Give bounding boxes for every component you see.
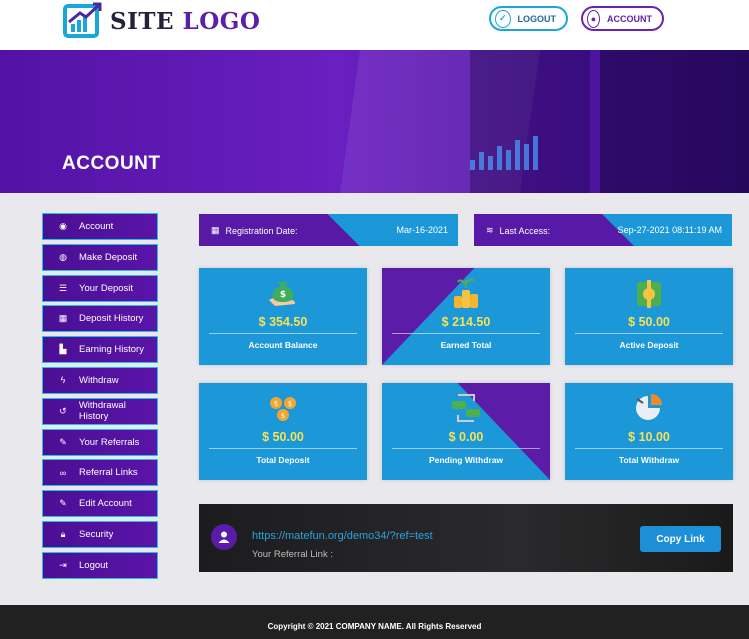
registration-date-strip: ▦ Registration Date: Mar-16-2021: [199, 214, 458, 246]
stat-amount: $ 214.50: [441, 315, 491, 329]
sidebar-item-account[interactable]: ◉ Account: [42, 213, 158, 240]
cash-icon: [637, 280, 661, 308]
copy-link-button[interactable]: Copy Link: [640, 526, 721, 552]
stat-card-pending-withdraw: $ 0.00 Pending Withdraw: [382, 383, 550, 480]
sidebar-item-edit-account[interactable]: ✎ Edit Account: [42, 490, 158, 518]
sidebar-item-withdrawal-history[interactable]: ↺ Withdrawal History: [42, 397, 158, 425]
edit-icon: ✎: [59, 436, 67, 447]
sidebar-item-label: Deposit History: [79, 313, 144, 325]
sidebar-item-label: Logout: [79, 559, 109, 571]
user-circle-icon: ◉: [59, 221, 67, 231]
stat-amount: $ 50.00: [262, 430, 304, 444]
site-logo[interactable]: SITE LOGO: [62, 2, 260, 40]
referral-panel: https://matefun.org/demo34/?ref=test You…: [199, 504, 733, 572]
user-avatar-icon: [211, 524, 237, 550]
page-title: ACCOUNT: [62, 153, 161, 174]
stat-amount: $ 354.50: [258, 315, 308, 329]
sidebar-item-withdraw[interactable]: ϟ Withdraw: [42, 366, 158, 394]
sidebar-item-your-deposit[interactable]: ☰ Your Deposit: [42, 274, 158, 302]
sidebar-item-label: Earning History: [79, 344, 144, 356]
sidebar-item-label: Withdraw: [79, 374, 119, 386]
sidebar-item-make-deposit[interactable]: ◍ Make Deposit: [42, 243, 158, 271]
money-bag-icon: $: [269, 282, 295, 306]
svg-text:$: $: [274, 400, 278, 408]
sidebar-item-label: Referral Links: [79, 467, 138, 479]
stat-label: Pending Withdraw: [428, 455, 504, 465]
last-access-label: Last Access:: [499, 225, 551, 236]
stat-label: Account Balance: [248, 340, 318, 350]
sidebar-nav: ◉ Account ◍ Make Deposit ☰ Your Deposit ▦ De…: [42, 213, 158, 583]
logo-text: SITE LOGO: [110, 7, 261, 35]
stat-label: Total Deposit: [256, 455, 310, 465]
sidebar-item-your-referrals[interactable]: ✎ Your Referrals: [42, 428, 158, 456]
bolt-icon: ϟ: [60, 375, 66, 386]
exchange-icon: [452, 394, 480, 422]
account-button[interactable]: ● ACCOUNT: [581, 6, 664, 31]
page-banner: ACCOUNT: [0, 50, 749, 193]
referral-label: Your Referral Link :: [252, 549, 333, 560]
footer-copyright: Copyright © 2021 COMPANY NAME. All Right…: [0, 605, 749, 639]
sidebar-item-earning-history[interactable]: ▙ Earning History: [42, 336, 158, 364]
svg-text:$: $: [288, 400, 292, 408]
stat-label: Active Deposit: [619, 340, 679, 350]
logout-icon: ✓: [495, 9, 511, 28]
stat-label: Earned Total: [440, 340, 492, 350]
coin-stack-icon: [454, 278, 478, 308]
stat-card-active-deposit: $ 50.00 Active Deposit: [565, 268, 733, 365]
sidebar-item-label: Your Referrals: [79, 436, 140, 448]
stat-card-account-balance: $ $ 354.50 Account Balance: [199, 268, 367, 365]
logout-label: LOGOUT: [517, 13, 557, 24]
site-header: SITE LOGO ✓ LOGOUT ● ACCOUNT: [0, 0, 749, 50]
sidebar-item-deposit-history[interactable]: ▦ Deposit History: [42, 305, 158, 333]
user-icon: ●: [587, 9, 600, 28]
sidebar-item-label: Your Deposit: [79, 282, 134, 294]
stat-label: Total Withdraw: [618, 455, 680, 465]
sidebar-item-label: Make Deposit: [79, 251, 138, 263]
sidebar-item-label: Account: [79, 221, 114, 232]
edit-icon: ✎: [59, 498, 67, 509]
sign-out-icon: ⇥: [59, 559, 67, 570]
sidebar-item-label: Security: [79, 528, 114, 540]
logout-button[interactable]: ✓ LOGOUT: [489, 6, 568, 31]
last-access-strip: ≋ Last Access: Sep-27-2021 08:11:19 AM: [474, 214, 732, 246]
link-icon: ∞: [59, 467, 67, 478]
coins-icon: $ $ $: [270, 397, 296, 421]
list-icon: ☰: [58, 282, 68, 293]
sidebar-item-referral-links[interactable]: ∞ Referral Links: [42, 459, 158, 487]
stat-card-total-withdraw: $ 10.00 Total Withdraw: [565, 383, 733, 480]
registration-value: Mar-16-2021: [396, 225, 448, 235]
wifi-icon: ≋: [486, 225, 494, 235]
stat-amount: $ 0.00: [448, 430, 484, 444]
history-icon: ↺: [59, 405, 67, 416]
stat-card-earned-total: $ 214.50 Earned Total: [382, 268, 550, 365]
coin-icon: ◍: [59, 251, 67, 262]
sidebar-item-logout[interactable]: ⇥ Logout: [42, 551, 158, 579]
pie-chart-icon: [636, 394, 662, 420]
stat-amount: $ 10.00: [628, 430, 670, 444]
stat-card-total-deposit: $ $ $ $ 50.00 Total Deposit: [199, 383, 367, 480]
chart-icon: ▙: [59, 344, 67, 355]
banner-chart-decoration: [470, 130, 538, 170]
lock-icon: 🔒︎: [60, 528, 66, 539]
calendar-icon: ▦: [58, 313, 68, 324]
svg-text:$: $: [280, 290, 286, 300]
sidebar-item-security[interactable]: 🔒︎ Security: [42, 520, 158, 548]
account-label: ACCOUNT: [607, 13, 652, 24]
calendar-icon: ▦: [211, 225, 220, 235]
chart-logo-icon: [63, 2, 102, 38]
registration-label: Registration Date:: [225, 225, 298, 236]
svg-text:$: $: [281, 412, 285, 420]
sidebar-item-label: Edit Account: [79, 498, 132, 510]
referral-url[interactable]: https://matefun.org/demo34/?ref=test: [252, 530, 433, 542]
stat-amount: $ 50.00: [628, 315, 670, 329]
sidebar-item-label: Withdrawal History: [78, 400, 126, 423]
last-access-value: Sep-27-2021 08:11:19 AM: [617, 225, 722, 235]
